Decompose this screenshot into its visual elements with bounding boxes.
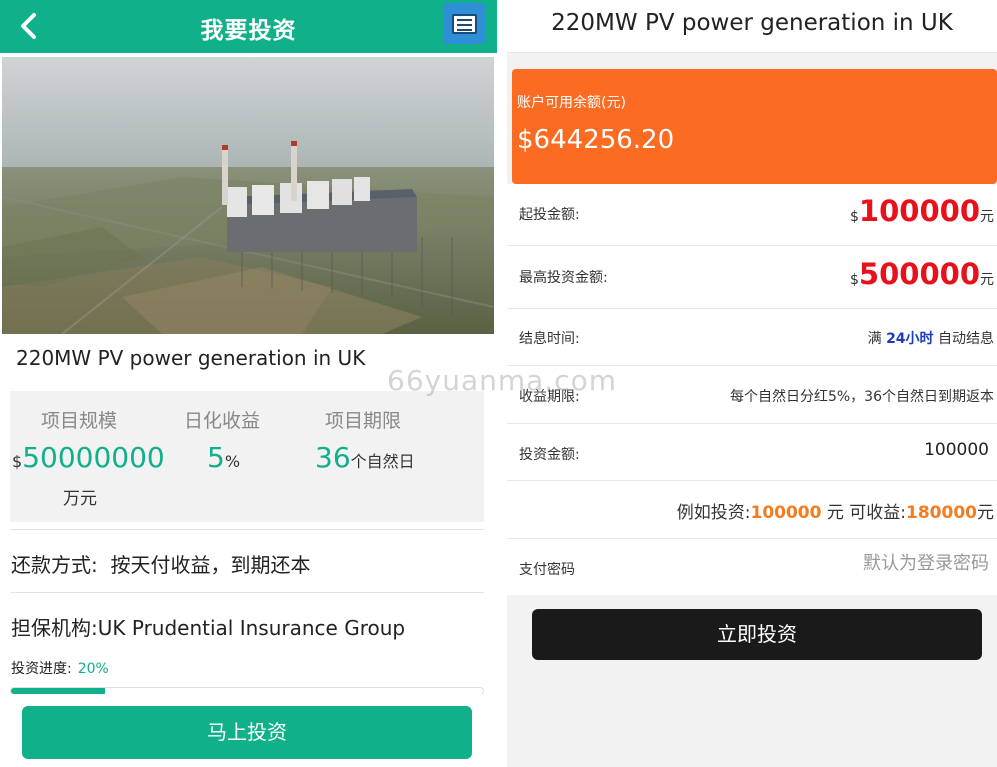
balance-value: $644256.20: [517, 125, 675, 155]
max-invest-label: 最高投资金额:: [519, 270, 608, 286]
invest-amount-label: 投资金额:: [519, 447, 580, 463]
settlement-row: 结息时间: 满 24小时 自动结息: [507, 309, 997, 366]
stat-term-value: 36个自然日: [315, 441, 415, 474]
balance-label: 账户可用余额(元): [517, 95, 626, 111]
stat-return-label: 日化收益: [184, 410, 261, 432]
settlement-value: 满 24小时 自动结息: [867, 331, 994, 347]
pay-password-label: 支付密码: [519, 562, 575, 578]
confirm-invest-button[interactable]: 立即投资: [532, 609, 982, 660]
income-term-value: 每个自然日分红5%，36个自然日到期返本: [729, 389, 994, 405]
balance-card: 账户可用余额(元) $644256.20: [512, 69, 997, 184]
max-invest-row: 最高投资金额: $500000元: [507, 246, 997, 309]
project-title: 220MW PV power generation in UK: [16, 346, 366, 370]
stat-scale-value: $50000000: [12, 441, 165, 474]
repayment-row: 还款方式: 按天付收益，到期还本: [11, 553, 311, 577]
example-row: 例如投资:100000 元 可收益:180000元: [507, 481, 997, 539]
project-stats: 项目规模 日化收益 项目期限 $50000000 5% 36个自然日 万元: [10, 391, 484, 522]
stat-term-label: 项目期限: [325, 410, 402, 432]
pay-password-row: 支付密码: [507, 539, 997, 595]
stat-scale-unit: 万元: [63, 489, 97, 509]
divider: [10, 529, 484, 530]
right-title: 220MW PV power generation in UK: [551, 10, 953, 36]
stat-return-value: 5%: [207, 441, 241, 474]
app-logo-icon[interactable]: [443, 3, 485, 44]
guarantor-row: 担保机构:UK Prudential Insurance Group: [11, 616, 406, 640]
min-invest-label: 起投金额:: [519, 207, 580, 223]
watermark: 66yuanma.com: [387, 364, 617, 397]
page-title: 我要投资: [200, 18, 297, 44]
divider: [10, 592, 484, 593]
pay-password-input[interactable]: [729, 553, 989, 574]
min-invest-value: $100000元: [850, 194, 994, 228]
settlement-label: 结息时间:: [519, 331, 580, 347]
invest-now-button[interactable]: 马上投资: [22, 706, 472, 759]
project-photo: [2, 57, 494, 334]
example-text: 例如投资:100000 元 可收益:180000元: [676, 503, 994, 523]
progress-label: 投资进度: 20%: [11, 661, 109, 677]
min-invest-row: 起投金额: $100000元: [507, 184, 997, 246]
stat-scale-label: 项目规模: [41, 410, 118, 432]
invest-amount-input[interactable]: [769, 440, 989, 460]
right-header: 220MW PV power generation in UK: [507, 0, 997, 53]
max-invest-value: $500000元: [850, 257, 994, 291]
invest-amount-row: 投资金额:: [507, 424, 997, 481]
top-bar: 我要投资: [0, 0, 497, 53]
